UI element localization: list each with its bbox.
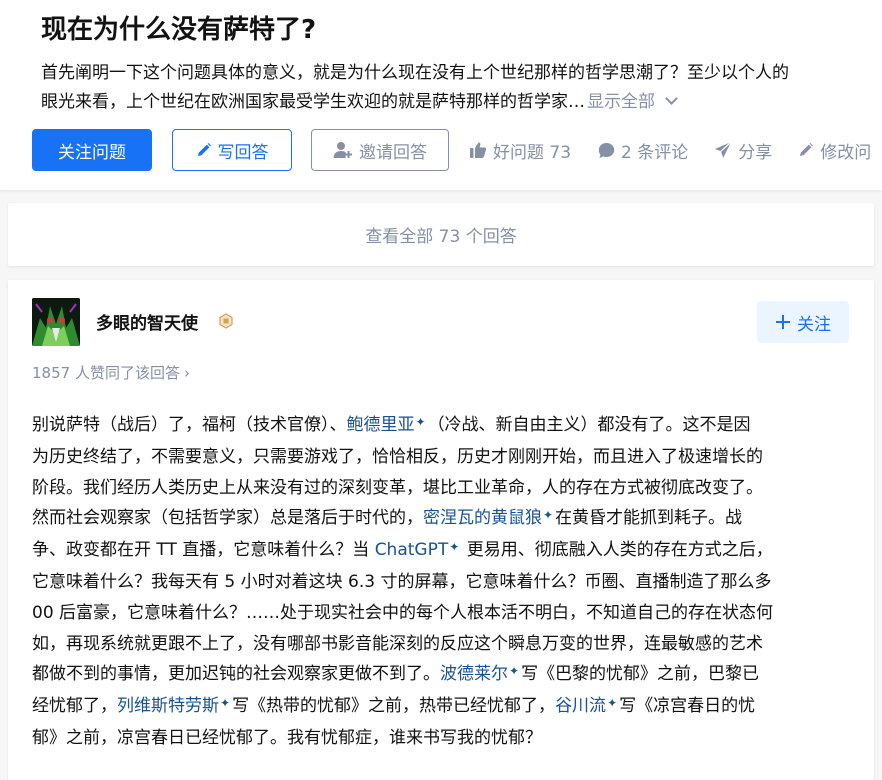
follow-author-label: 关注 <box>797 314 831 335</box>
sparkle-icon: ✦ <box>607 696 618 711</box>
sparkle-icon: ✦ <box>449 540 460 555</box>
comment-icon <box>598 142 615 158</box>
pencil-icon <box>197 143 211 156</box>
answer-text: 写《巴黎的忧郁》之前，巴黎已 <box>521 664 760 685</box>
write-answer-button[interactable]: 写回答 <box>172 129 292 171</box>
answer-line: 经忧郁了，列维斯特劳斯✦ 写《热带的忧郁》之前，热带已经忧郁了，谷川流✦ 写《凉宫春… <box>32 691 847 723</box>
chevron-down-icon[interactable] <box>665 92 678 105</box>
comments-button[interactable]: 2 条评论 <box>598 138 688 163</box>
answer-content: 别说萨特（战后）了，福柯（技术官僚）、鲍德里亚✦ （冷战、新自由主义）都没有了。这… <box>32 410 847 754</box>
good-question-button[interactable]: 好问题 73 <box>469 138 571 163</box>
view-all-answers-card[interactable]: 查看全部 73 个回答 <box>8 203 874 266</box>
invite-answer-label: 邀请回答 <box>359 142 427 163</box>
answer-card: 多眼的智天使 关注 1857 人赞同了该回答 › 别说萨特（战后）了，福柯（技术官… <box>8 280 874 780</box>
answer-inline-link[interactable]: ChatGPT <box>375 540 449 560</box>
answer-line: 00 后富豪，它意味着什么？……处于现实社会中的每个人根本活不明白，不知道自己的… <box>32 598 847 629</box>
answer-text: 争、政变都在开 TT 直播，它意味着什么？当 <box>32 540 375 561</box>
answer-line: 阶段。我们经历人类历史上从来没有过的深刻变革，堪比工业革命，人的存在方式被彻底改… <box>32 473 847 504</box>
answer-text: 经忧郁了， <box>32 696 117 717</box>
answer-inline-link[interactable]: 列维斯特劳斯 <box>117 696 219 716</box>
plus-icon <box>776 315 790 329</box>
thumbs-up-icon <box>470 142 487 158</box>
paper-plane-icon <box>715 141 732 158</box>
follow-author-button[interactable]: 关注 <box>757 301 849 343</box>
answer-text: 更易用、彻底融入人类的存在方式之后， <box>461 540 773 561</box>
edit-question-label: 修改问 <box>820 142 872 163</box>
answer-line: 如，再现系统就更跟不上了，没有哪部书影音能深刻的反应这个瞬息万变的世界，连最敏感… <box>32 629 847 660</box>
answer-text: 00 后富豪，它意味着什么？……处于现实社会中的每个人根本活不明白，不知道自己的… <box>32 602 774 623</box>
avatar[interactable] <box>32 298 80 346</box>
answer-inline-link[interactable]: 波德莱尔 <box>440 664 508 684</box>
sparkle-icon: ✦ <box>415 415 426 429</box>
pencil-icon <box>800 143 814 156</box>
answer-text: 写《凉宫春日的忧 <box>619 696 756 717</box>
author-name[interactable]: 多眼的智天使 <box>96 309 198 334</box>
chevron-right-icon: › <box>183 364 190 382</box>
good-question-label: 好问题 73 <box>493 142 572 163</box>
share-label: 分享 <box>738 142 773 163</box>
share-button[interactable]: 分享 <box>714 138 772 163</box>
answer-line: 为历史终结了，不需要意义，只需要游戏了，恰恰相反，历史才刚刚开始，而且进入了极速… <box>32 442 847 473</box>
answer-inline-link[interactable]: 谷川流 <box>555 696 606 716</box>
answer-text: 然而社会观察家（包括哲学家）总是落后于时代的， <box>32 508 423 529</box>
question-header: 现在为什么没有萨特了? 首先阐明一下这个问题具体的意义，就是为什么现在没有上个世… <box>0 0 882 190</box>
answer-text: 写《热带的忧郁》之前，热带已经忧郁了， <box>232 696 556 717</box>
show-all-label[interactable]: 显示全部 <box>587 92 655 112</box>
answer-inline-link[interactable]: 密涅瓦的黄鼠狼 <box>423 508 542 528</box>
answer-text: （冷战、新自由主义）都没有了。这不是因 <box>427 415 751 435</box>
question-actions: 关注问题 写回答 邀请回答 好问题 73 2 条评论 分享 修改问 <box>32 129 871 171</box>
answer-line: 它意味着什么？我每天有 5 小时对着这块 6.3 寸的屏幕，它意味着什么？币圈、… <box>32 567 847 598</box>
invite-answer-button[interactable]: 邀请回答 <box>311 129 449 171</box>
answer-text: 郁》之前，凉宫春日已经忧郁了。我有忧郁症，谁来书写我的忧郁？ <box>32 727 542 748</box>
sparkle-icon: ✦ <box>509 664 520 679</box>
answer-line: 别说萨特（战后）了，福柯（技术官僚）、鲍德里亚✦ （冷战、新自由主义）都没有了。这… <box>32 410 847 442</box>
answer-text: 为历史终结了，不需要意义，只需要游戏了，恰恰相反，历史才刚刚开始，而且进入了极速… <box>32 446 763 467</box>
answer-text: 在黄昏才能抓到耗子。战 <box>555 508 743 529</box>
question-detail-line: 眼光来看，上个世纪在欧洲国家最受学生欢迎的就是萨特那样的哲学家… <box>41 92 585 112</box>
comments-label: 2 条评论 <box>621 142 689 163</box>
write-answer-label: 写回答 <box>217 142 269 163</box>
answer-line: 然而社会观察家（包括哲学家）总是落后于时代的，密涅瓦的黄鼠狼✦ 在黄昏才能抓到耗子… <box>32 503 847 535</box>
sparkle-icon: ✦ <box>220 696 231 711</box>
sparkle-icon: ✦ <box>543 508 554 523</box>
question-title[interactable]: 现在为什么没有萨特了? <box>41 12 316 48</box>
upvote-count-link[interactable]: 1857 人赞同了该回答 › <box>32 362 190 383</box>
answer-line: 郁》之前，凉宫春日已经忧郁了。我有忧郁症，谁来书写我的忧郁？ <box>32 723 847 754</box>
answer-line: 争、政变都在开 TT 直播，它意味着什么？当 ChatGPT✦ 更易用、彻底融入… <box>32 535 847 567</box>
answer-text: 都做不到的事情，更加迟钝的社会观察家更做不到了。 <box>32 664 440 685</box>
question-detail-line: 首先阐明一下这个问题具体的意义，就是为什么现在没有上个世纪那样的哲学思潮了？至少… <box>41 63 789 83</box>
add-person-icon <box>333 142 352 158</box>
author-badge-icon <box>219 313 233 329</box>
upvote-count[interactable]: 1857 人赞同了该回答 <box>32 364 180 382</box>
follow-question-button[interactable]: 关注问题 <box>32 129 152 171</box>
answer-text: 阶段。我们经历人类历史上从来没有过的深刻变革，堪比工业革命，人的存在方式被彻底改… <box>32 477 763 498</box>
edit-question-button[interactable]: 修改问 <box>798 138 871 163</box>
answer-text: 别说萨特（战后）了，福柯（技术官僚）、 <box>32 415 347 435</box>
answer-text: 如，再现系统就更跟不上了，没有哪部书影音能深刻的反应这个瞬息万变的世界，连最敏感… <box>32 633 763 654</box>
answer-text: 它意味着什么？我每天有 5 小时对着这块 6.3 寸的屏幕，它意味着什么？币圈、… <box>32 571 772 592</box>
answer-inline-link[interactable]: 鲍德里亚 <box>347 415 415 435</box>
answer-line: 都做不到的事情，更加迟钝的社会观察家更做不到了。波德莱尔✦ 写《巴黎的忧郁》之前，… <box>32 659 847 691</box>
show-all-button[interactable]: 显示全部 <box>587 92 678 112</box>
view-all-answers-link[interactable]: 查看全部 73 个回答 <box>365 222 516 247</box>
question-detail: 首先阐明一下这个问题具体的意义，就是为什么现在没有上个世纪那样的哲学思潮了？至少… <box>41 59 871 117</box>
